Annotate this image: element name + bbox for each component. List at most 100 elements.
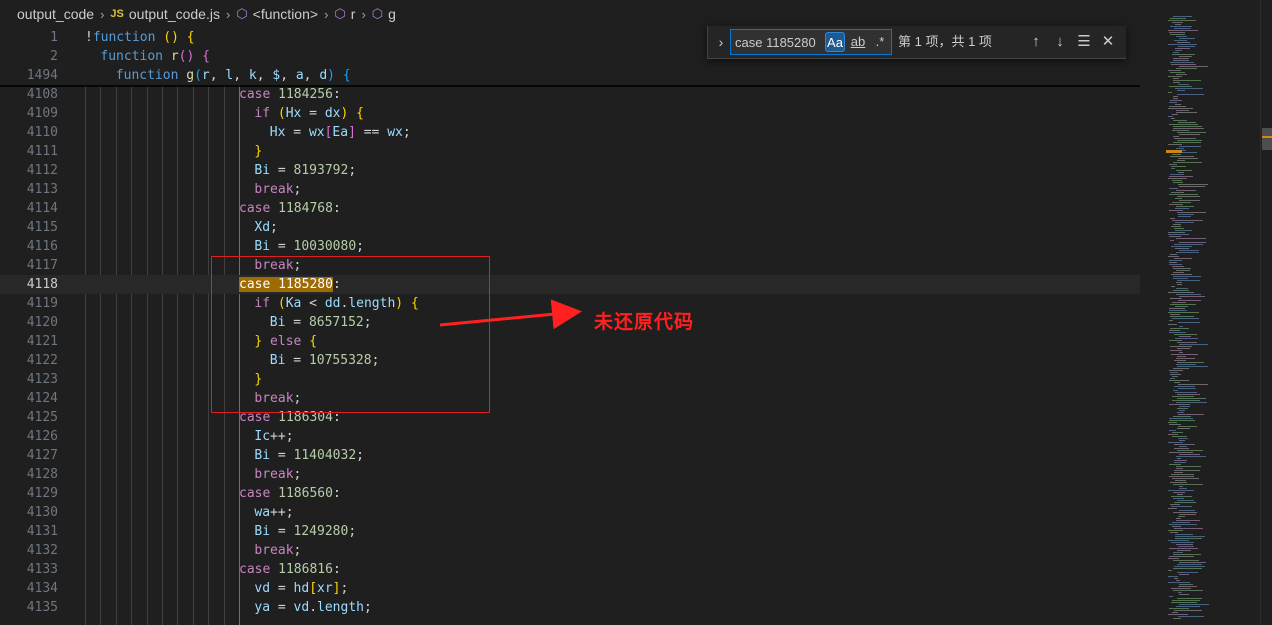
minimap-line (1177, 90, 1185, 91)
minimap-line (1173, 58, 1189, 59)
code-line[interactable]: 4120 Bi = 8657152; (0, 313, 1140, 332)
code-token: () (163, 30, 179, 45)
code-line[interactable]: 1494 function g(r, l, k, $, a, d) { (0, 66, 1140, 85)
whole-word-toggle[interactable]: ab (848, 32, 868, 52)
match-case-toggle[interactable]: Aa (825, 32, 845, 52)
code-token: vd (254, 581, 271, 596)
code-line[interactable]: 4125 case 1186304: (0, 408, 1140, 427)
minimap-line (1168, 178, 1187, 179)
scrollbar-thumb[interactable] (1262, 128, 1272, 150)
minimap[interactable] (1160, 0, 1260, 625)
minimap-line (1172, 266, 1184, 267)
code-line[interactable]: 4108 case 1184256: (0, 85, 1140, 104)
breadcrumb-symbol-g[interactable]: ⬡ g (372, 6, 396, 22)
code-text: Bi = 11404032; (254, 446, 364, 465)
minimap-line (1169, 194, 1198, 195)
code-line[interactable]: 4117 break; (0, 256, 1140, 275)
minimap-line (1179, 594, 1189, 595)
code-line[interactable]: 4121} else { (0, 332, 1140, 351)
code-token: k (248, 68, 257, 83)
code-line[interactable]: 4109 if (Hx = dx) { (0, 104, 1140, 123)
minimap-line (1179, 250, 1199, 251)
code-token: { (356, 106, 364, 121)
minimap-line (1174, 382, 1180, 383)
minimap-line (1179, 38, 1195, 39)
code-text: Xd; (254, 218, 277, 237)
minimap-line (1176, 252, 1199, 253)
code-token: Hx (269, 125, 286, 140)
code-line[interactable]: 4131 Bi = 1249280; (0, 522, 1140, 541)
minimap-line (1169, 420, 1195, 421)
code-line[interactable]: 4135 ya = vd.length; (0, 598, 1140, 617)
minimap-line (1169, 176, 1193, 177)
code-line[interactable]: 4113 break; (0, 180, 1140, 199)
code-token: 1186816 (278, 562, 333, 577)
minimap-line (1176, 294, 1201, 295)
code-line[interactable]: 4123} (0, 370, 1140, 389)
breadcrumb-symbol-function[interactable]: ⬡ <function> (236, 6, 318, 22)
code-line[interactable]: 4122 Bi = 10755328; (0, 351, 1140, 370)
minimap-line (1173, 98, 1178, 99)
next-match-arrow-down-icon[interactable]: ↓ (1050, 32, 1070, 52)
code-line[interactable]: 4118 case 1185280: (0, 275, 1140, 294)
minimap-line (1170, 218, 1175, 219)
find-in-selection-icon[interactable]: ☰ (1074, 32, 1094, 52)
minimap-line (1175, 536, 1205, 537)
minimap-line (1175, 222, 1194, 223)
minimap-line (1170, 62, 1194, 63)
regex-toggle[interactable]: .* (871, 32, 889, 52)
toggle-replace-chevron-icon[interactable]: › (714, 33, 728, 51)
code-token: == (355, 125, 388, 140)
minimap-line (1173, 590, 1203, 591)
vertical-scrollbar[interactable] (1260, 0, 1272, 625)
minimap-line (1176, 206, 1194, 207)
minimap-line (1170, 328, 1189, 329)
code-line[interactable]: 4114 case 1184768: (0, 199, 1140, 218)
code-line[interactable]: 4124 break; (0, 389, 1140, 408)
minimap-line (1179, 326, 1183, 327)
code-line[interactable]: 4116 Bi = 10030080; (0, 237, 1140, 256)
close-icon[interactable]: ✕ (1098, 32, 1118, 52)
minimap-line (1178, 546, 1194, 547)
minimap-line (1175, 208, 1189, 209)
minimap-line (1171, 474, 1194, 475)
breadcrumb-symbol-r[interactable]: ⬡ r (334, 6, 355, 22)
code-token: Xd (254, 220, 271, 235)
code-line[interactable]: 4132 break; (0, 541, 1140, 560)
line-number: 4122 (26, 353, 58, 368)
minimap-line (1168, 234, 1189, 235)
minimap-line (1171, 118, 1175, 119)
code-editor[interactable]: 4108 case 1184256: 4109 if (Hx = dx) {4110 H… (0, 28, 1140, 625)
code-line[interactable]: 4112 Bi = 8193792; (0, 161, 1140, 180)
previous-match-arrow-up-icon[interactable]: ↑ (1026, 32, 1046, 52)
minimap-line (1169, 596, 1173, 597)
code-line[interactable]: 4130 wa++; (0, 503, 1140, 522)
code-line[interactable]: 4115 Xd; (0, 218, 1140, 237)
minimap-line (1178, 46, 1195, 47)
code-text: function r() { (100, 47, 210, 66)
minimap-line (1169, 164, 1177, 165)
code-line[interactable]: 4133 case 1186816: (0, 560, 1140, 579)
code-line[interactable]: 4126 Ic++; (0, 427, 1140, 446)
code-line[interactable]: 4119 if (Ka < dd.length) { (0, 294, 1140, 313)
minimap-line (1168, 490, 1194, 491)
minimap-line (1179, 134, 1200, 135)
minimap-line (1174, 258, 1192, 259)
breadcrumb-file[interactable]: JS output_code.js (110, 6, 220, 22)
code-line[interactable]: 4129 case 1186560: (0, 484, 1140, 503)
breadcrumb-folder[interactable]: output_code (17, 6, 94, 22)
code-line[interactable]: 4128 break; (0, 465, 1140, 484)
code-line[interactable]: 4110 Hx = wx[Ea] == wx; (0, 123, 1140, 142)
code-line[interactable]: 4134 vd = hd[xr]; (0, 579, 1140, 598)
minimap-line (1174, 444, 1195, 445)
code-line[interactable]: 4111} (0, 142, 1140, 161)
minimap-line (1173, 82, 1180, 83)
minimap-line (1168, 30, 1198, 31)
code-line[interactable]: 4127 Bi = 11404032; (0, 446, 1140, 465)
minimap-line (1173, 290, 1189, 291)
minimap-line (1170, 298, 1182, 299)
minimap-line (1172, 220, 1203, 221)
minimap-line (1170, 26, 1192, 27)
